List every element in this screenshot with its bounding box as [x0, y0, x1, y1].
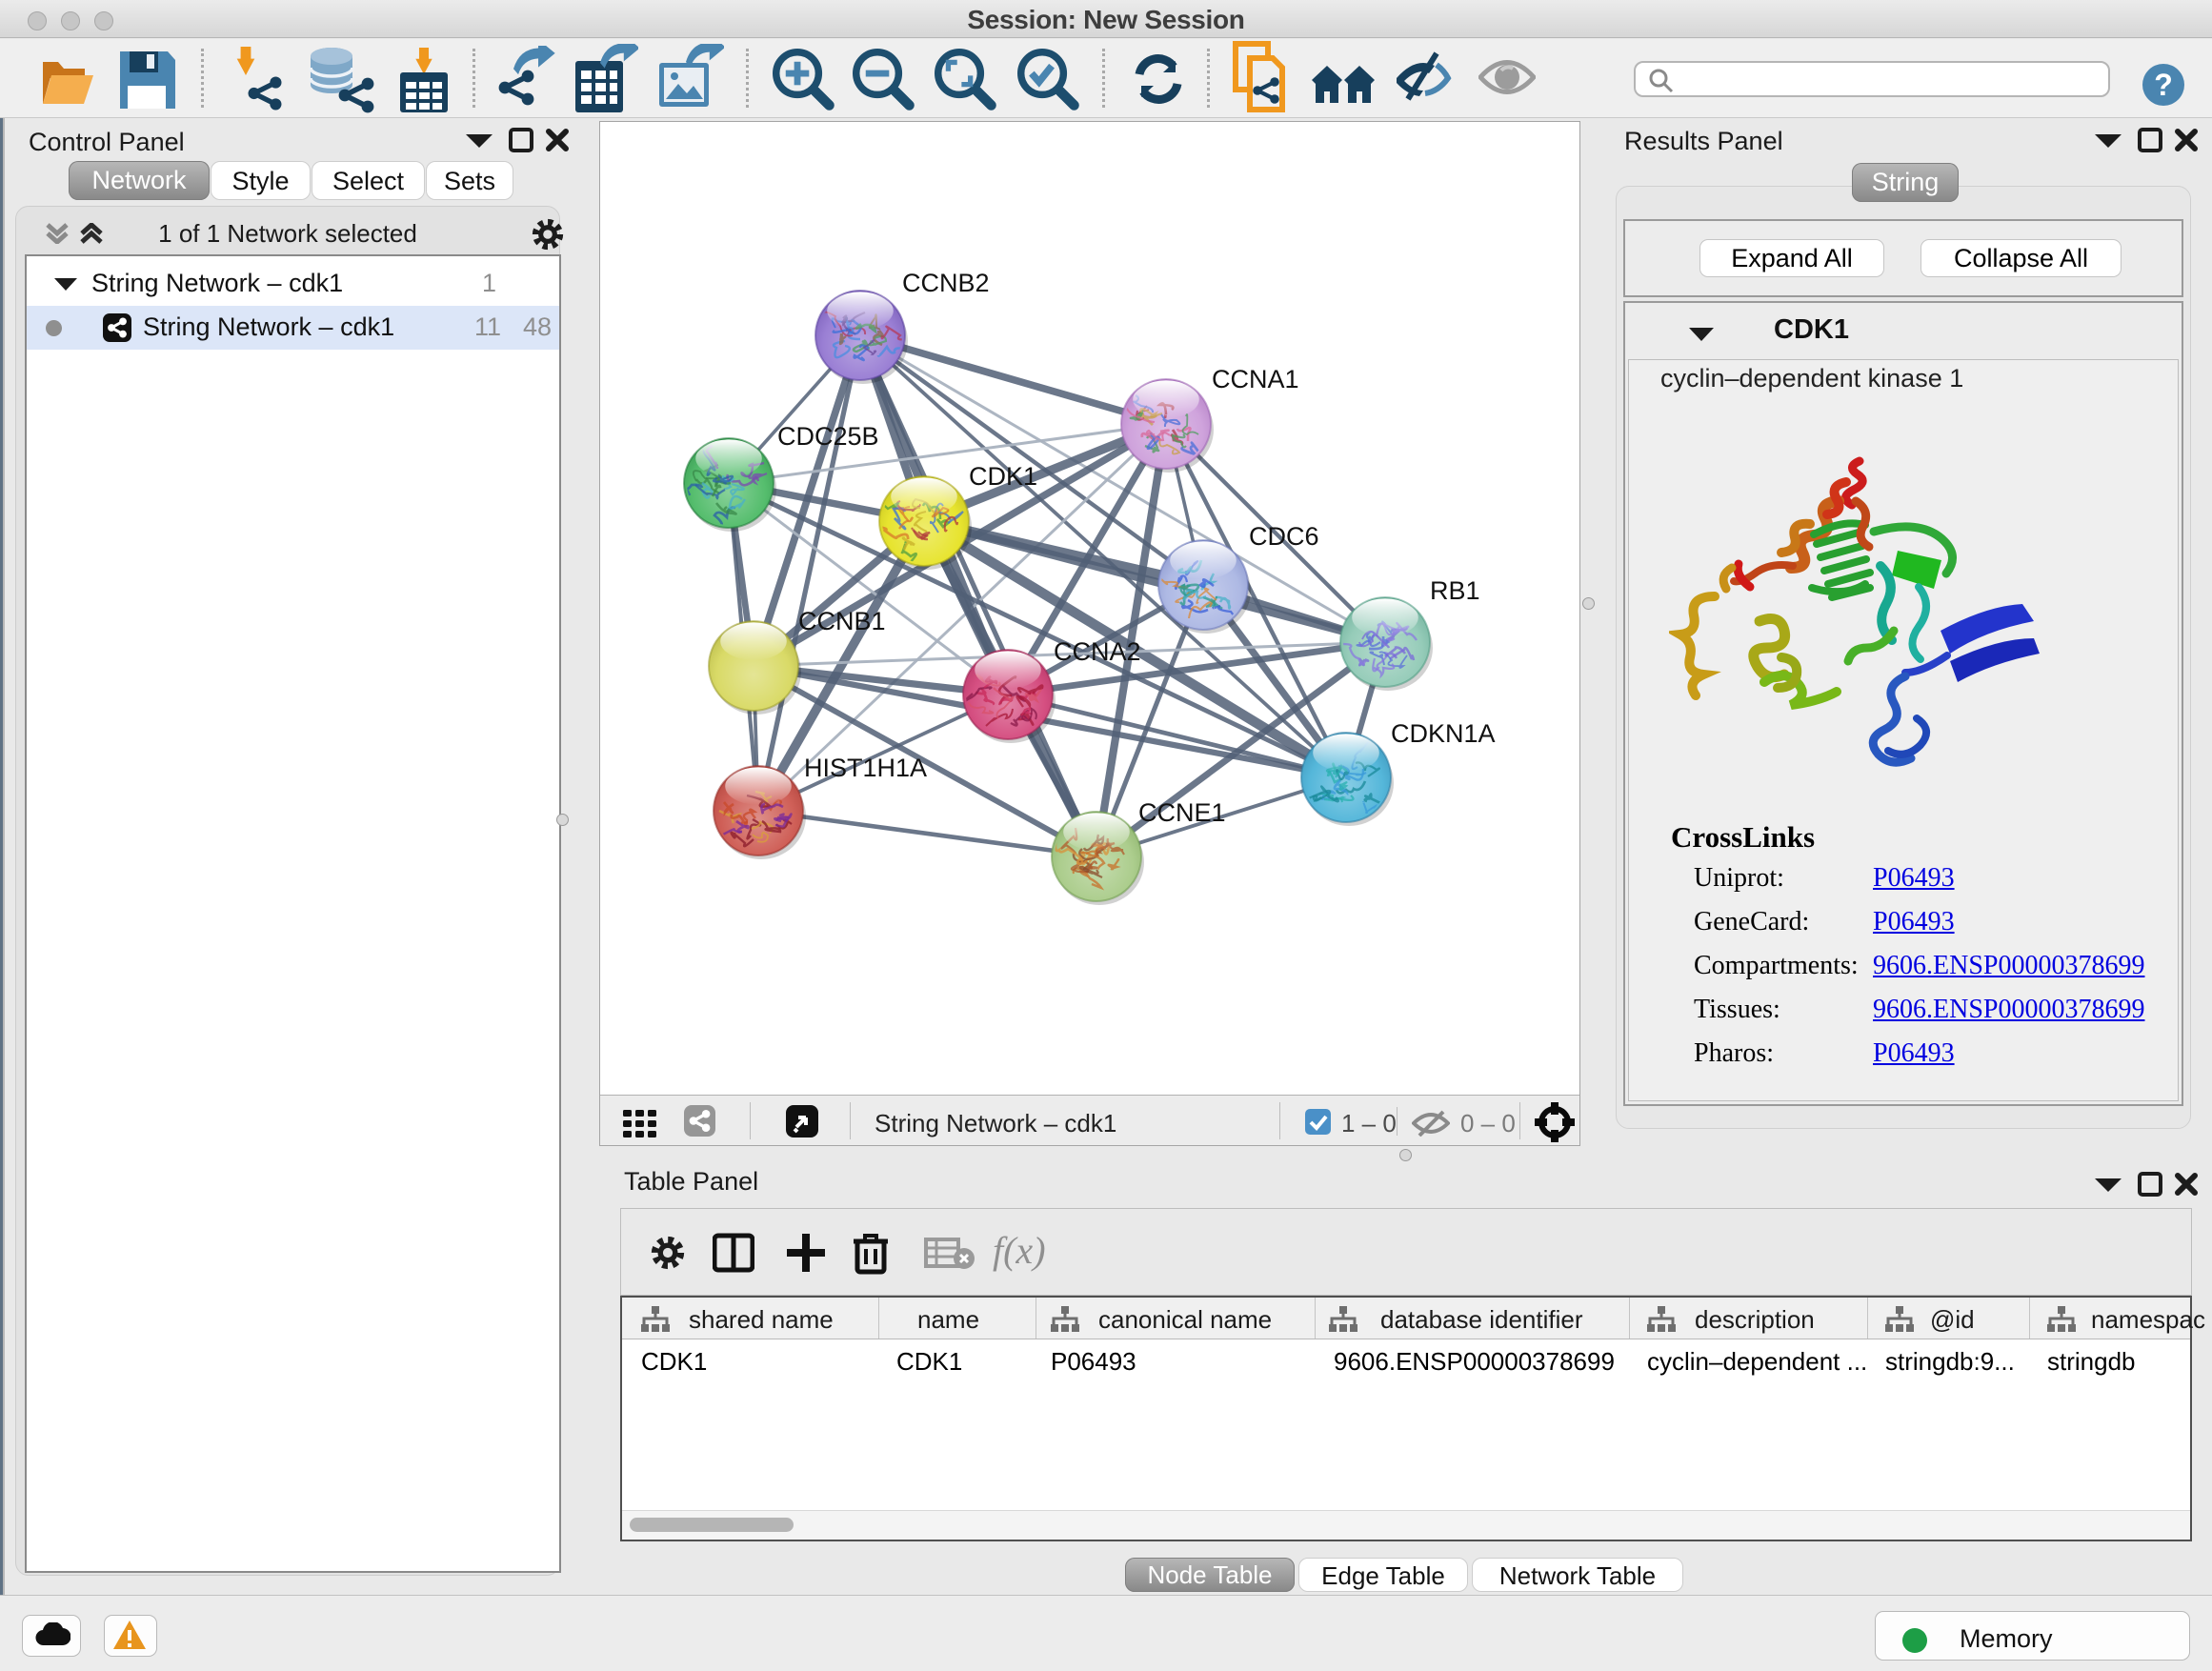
- svg-text:CDK1: CDK1: [969, 462, 1037, 491]
- svg-text:?: ?: [2154, 68, 2173, 102]
- svg-text:CDC6: CDC6: [1249, 522, 1319, 551]
- svg-text:CCNA2: CCNA2: [1054, 637, 1141, 666]
- svg-text:CCNE1: CCNE1: [1138, 798, 1226, 827]
- svg-text:CDKN1A: CDKN1A: [1391, 719, 1496, 748]
- svg-text:HIST1H1A: HIST1H1A: [804, 754, 927, 782]
- svg-text:CCNB1: CCNB1: [798, 607, 886, 635]
- svg-text:CCNB2: CCNB2: [902, 269, 990, 297]
- svg-text:CCNA1: CCNA1: [1212, 365, 1299, 393]
- svg-text:CDC25B: CDC25B: [777, 422, 879, 451]
- svg-text:RB1: RB1: [1430, 576, 1480, 605]
